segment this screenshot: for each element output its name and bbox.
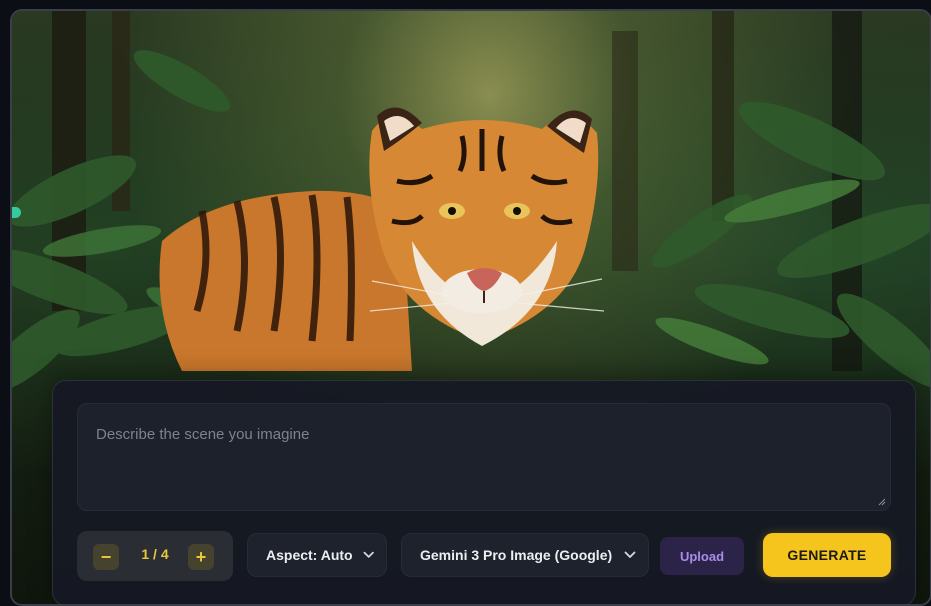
minus-icon: − [100,547,112,567]
plus-icon: + [195,547,207,567]
prompt-panel: − 1 / 4 + Aspect: Auto Gemini 3 Pro Imag… [52,380,916,604]
increment-button[interactable]: + [188,544,214,570]
model-dropdown[interactable]: Gemini 3 Pro Image (Google) [401,533,649,577]
app-frame: − 1 / 4 + Aspect: Auto Gemini 3 Pro Imag… [10,9,931,606]
image-count-stepper: − 1 / 4 + [77,531,233,581]
image-count-value: 1 / 4 [141,546,169,562]
decrement-button[interactable]: − [93,544,119,570]
chevron-down-icon [363,551,374,558]
generate-button[interactable]: GENERATE [763,533,891,577]
prompt-box [77,403,891,511]
chevron-down-icon [624,551,636,558]
upload-button[interactable]: Upload [660,537,744,575]
resize-grip-icon[interactable] [878,498,886,506]
aspect-dropdown[interactable]: Aspect: Auto [247,533,387,577]
prompt-input[interactable] [78,404,890,510]
controls-bar: − 1 / 4 + Aspect: Auto Gemini 3 Pro Imag… [77,531,891,581]
aspect-label: Aspect: Auto [266,547,353,563]
model-label: Gemini 3 Pro Image (Google) [420,547,613,563]
